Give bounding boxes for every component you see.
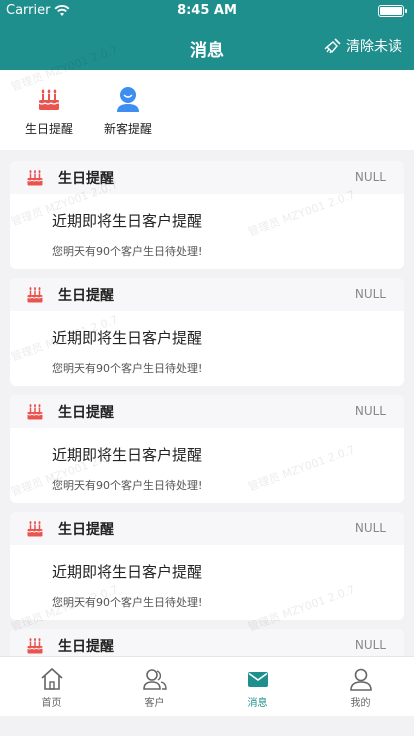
message-category: 生日提醒 (58, 287, 114, 304)
tab-label: 我的 (350, 698, 371, 709)
message-category: 生日提醒 (58, 638, 114, 655)
tab-label: 首页 (41, 698, 62, 709)
message-title: 近期即将生日客户提醒 (52, 212, 203, 230)
shortcut-label: 生日提醒 (24, 122, 73, 136)
message-status: NULL (354, 287, 386, 301)
tab-label: 消息 (247, 698, 268, 709)
message-card-header: 生日提醒 NULL (10, 395, 404, 428)
tab-messages[interactable]: 消息 (206, 667, 309, 709)
birthday-cake-icon (27, 169, 43, 185)
message-text: 您明天有90个客户生日待处理! (52, 245, 203, 258)
message-status: NULL (354, 638, 386, 652)
message-status: NULL (354, 170, 386, 184)
broom-icon (324, 38, 341, 54)
status-time: 8:45 AM (177, 3, 237, 18)
shortcut-new-customer[interactable]: 新客提醒 (89, 82, 167, 137)
message-category: 生日提醒 (58, 404, 114, 421)
app-header: Carrier 8:45 AM 消息 清除未读 (0, 0, 414, 70)
message-card[interactable]: 生日提醒 NULL 近期即将生日客户提醒 您明天有90个客户生日待处理! (10, 161, 404, 269)
message-status: NULL (354, 521, 386, 535)
home-indicator (0, 716, 414, 736)
message-list: 生日提醒 NULL 近期即将生日客户提醒 您明天有90个客户生日待处理! 生日提… (0, 150, 414, 656)
message-title: 近期即将生日客户提醒 (52, 563, 203, 581)
message-category: 生日提醒 (58, 521, 114, 538)
birthday-cake-icon (38, 89, 59, 110)
message-text: 您明天有90个客户生日待处理! (52, 362, 203, 375)
status-bar: Carrier 8:45 AM (0, 0, 414, 22)
clear-unread-label: 清除未读 (346, 39, 402, 55)
customers-icon (142, 669, 167, 690)
clear-unread-button[interactable]: 清除未读 (324, 36, 402, 56)
message-title: 近期即将生日客户提醒 (52, 329, 203, 347)
message-card[interactable]: 生日提醒 NULL 近期即将生日客户提醒 您明天有90个客户生日待处理! (10, 278, 404, 386)
shortcut-birthday[interactable]: 生日提醒 (10, 82, 88, 137)
message-card[interactable]: 生日提醒 NULL (10, 629, 404, 656)
shortcut-bar: 生日提醒 新客提醒 (0, 70, 414, 150)
tab-profile[interactable]: 我的 (309, 667, 412, 709)
message-card-header: 生日提醒 NULL (10, 629, 404, 656)
shortcut-label: 新客提醒 (103, 122, 152, 136)
home-icon (40, 667, 63, 690)
tab-label: 客户 (144, 698, 165, 709)
profile-icon (349, 668, 372, 691)
tab-bar: 首页 客户 消息 我的 (0, 656, 414, 716)
message-card[interactable]: 生日提醒 NULL 近期即将生日客户提醒 您明天有90个客户生日待处理! (10, 512, 404, 620)
tab-home[interactable]: 首页 (0, 667, 103, 709)
battery-icon (378, 5, 407, 17)
message-category: 生日提醒 (58, 170, 114, 187)
message-icon (247, 672, 268, 687)
new-customer-icon (117, 87, 139, 112)
message-text: 您明天有90个客户生日待处理! (52, 479, 203, 492)
message-card[interactable]: 生日提醒 NULL 近期即将生日客户提醒 您明天有90个客户生日待处理! (10, 395, 404, 503)
message-card-header: 生日提醒 NULL (10, 278, 404, 311)
message-card-header: 生日提醒 NULL (10, 512, 404, 545)
message-card-header: 生日提醒 NULL (10, 161, 404, 194)
birthday-cake-icon (27, 403, 43, 419)
message-status: NULL (354, 404, 386, 418)
birthday-cake-icon (27, 637, 43, 653)
tab-customers[interactable]: 客户 (103, 667, 206, 709)
message-title: 近期即将生日客户提醒 (52, 446, 203, 464)
birthday-cake-icon (27, 520, 43, 536)
birthday-cake-icon (27, 286, 43, 302)
message-text: 您明天有90个客户生日待处理! (52, 596, 203, 609)
